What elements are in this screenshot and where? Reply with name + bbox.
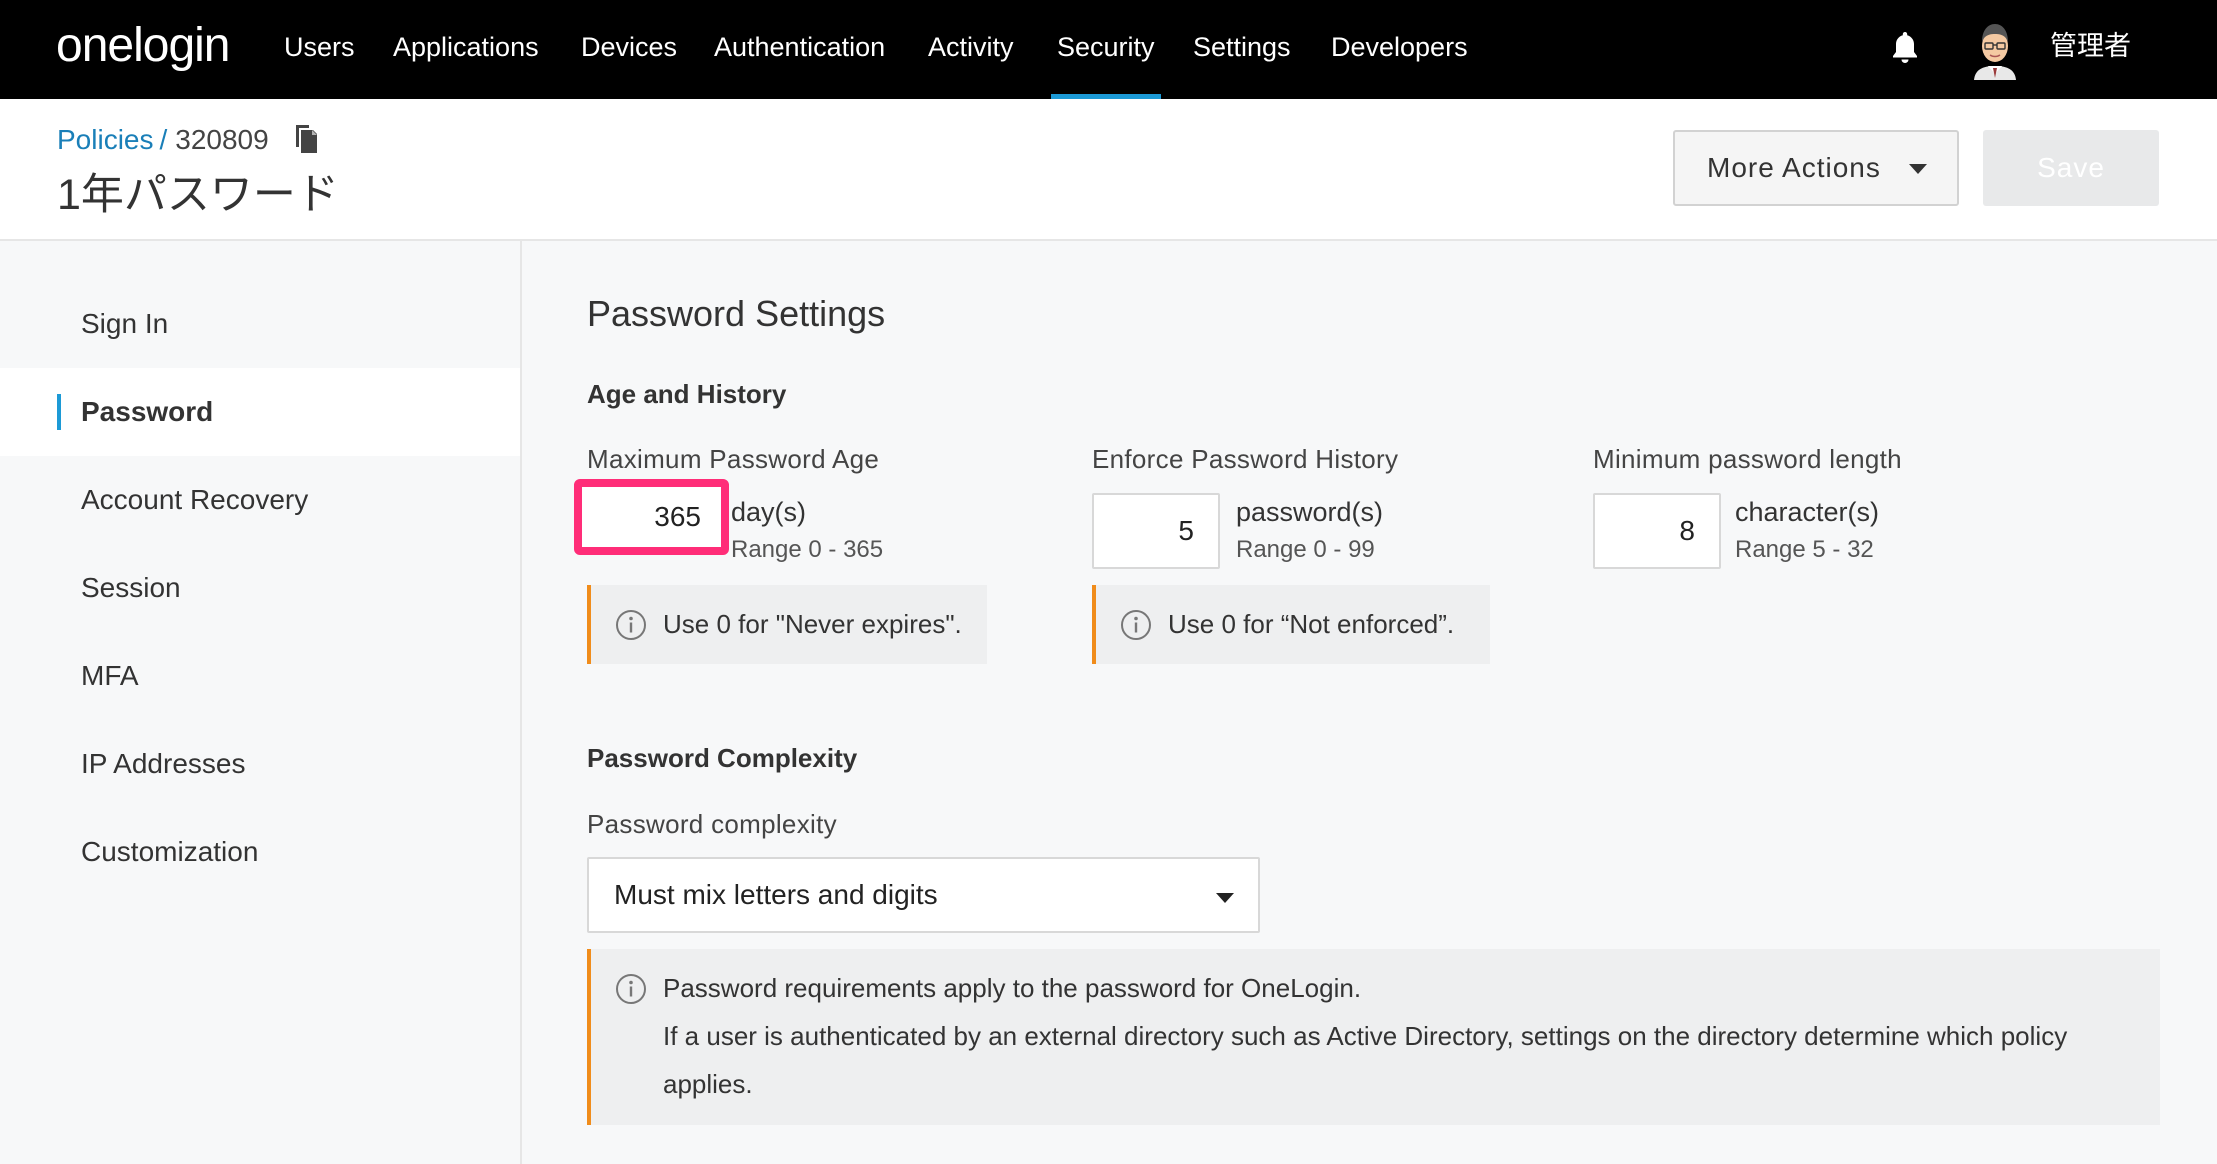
complexity-label: Password complexity	[587, 809, 837, 839]
max-age-range: Range 0 - 365	[731, 536, 884, 563]
page-title: 1年パスワード	[57, 171, 339, 219]
sidebar-item-ip-addresses[interactable]: IP Addresses	[0, 720, 520, 808]
age-history-title: Age and History	[587, 379, 787, 409]
sidebar-item-sign-in[interactable]: Sign In	[0, 280, 520, 368]
min-length-unit: character(s)	[1735, 497, 1880, 527]
onelogin-logo[interactable]: onelogin	[56, 14, 230, 78]
top-nav: onelogin Users Applications Devices Auth…	[0, 0, 2217, 99]
sidebar-item-account-recovery[interactable]: Account Recovery	[0, 456, 520, 544]
sidebar-item-session[interactable]: Session	[0, 544, 520, 632]
history-range: Range 0 - 99	[1236, 536, 1375, 563]
max-age-label: Maximum Password Age	[587, 444, 880, 474]
sidebar-item-customization[interactable]: Customization	[0, 808, 520, 896]
user-name[interactable]: 管理者	[2050, 0, 2131, 92]
nav-applications[interactable]: Applications	[393, 0, 539, 99]
info-icon	[1121, 610, 1151, 640]
max-age-unit: day(s)	[731, 497, 807, 527]
history-note-text: Use 0 for “Not enforced”.	[1168, 609, 1455, 639]
more-actions-button[interactable]: More Actions	[1673, 130, 1959, 206]
info-icon	[616, 974, 646, 1004]
complexity-note-line2: If a user is authenticated by an externa…	[663, 1021, 2068, 1051]
caret-down-icon	[1909, 164, 1927, 174]
min-length-input[interactable]	[1593, 493, 1721, 569]
complexity-note-line1: Password requirements apply to the passw…	[663, 973, 1362, 1003]
history-unit: password(s)	[1236, 497, 1384, 527]
nav-developers[interactable]: Developers	[1331, 0, 1468, 99]
history-note: Use 0 for “Not enforced”.	[1092, 585, 1490, 664]
sidebar: Sign In Password Account Recovery Sessio…	[0, 241, 522, 1164]
breadcrumb-separator: /	[159, 124, 168, 155]
max-age-note: Use 0 for "Never expires".	[587, 585, 987, 664]
sidebar-item-mfa[interactable]: MFA	[0, 632, 520, 720]
more-actions-label: More Actions	[1707, 152, 1881, 183]
breadcrumb: Policies/320809	[57, 121, 318, 159]
avatar[interactable]	[1970, 18, 2020, 80]
nav-activity[interactable]: Activity	[928, 0, 1014, 99]
max-age-note-text: Use 0 for "Never expires".	[663, 609, 962, 639]
nav-security[interactable]: Security	[1051, 0, 1161, 99]
info-icon	[616, 610, 646, 640]
breadcrumb-policies-link[interactable]: Policies	[57, 124, 153, 155]
min-length-range: Range 5 - 32	[1735, 536, 1874, 563]
complexity-select[interactable]: Must mix letters and digits	[587, 857, 1260, 933]
copy-icon[interactable]	[290, 124, 318, 154]
nav-users[interactable]: Users	[284, 0, 355, 99]
max-age-input[interactable]	[574, 479, 729, 555]
section-title: Password Settings	[587, 293, 886, 334]
min-length-label: Minimum password length	[1593, 444, 1902, 474]
nav-settings[interactable]: Settings	[1193, 0, 1291, 99]
history-input[interactable]	[1092, 493, 1220, 569]
complexity-note-line3: applies.	[663, 1069, 753, 1099]
policy-id: 320809	[175, 124, 269, 155]
history-label: Enforce Password History	[1092, 444, 1399, 474]
main-content: Password Settings Age and History Maximu…	[522, 241, 2217, 1164]
complexity-note: Password requirements apply to the passw…	[587, 949, 2160, 1125]
nav-devices[interactable]: Devices	[581, 0, 677, 99]
save-button[interactable]: Save	[1983, 130, 2159, 206]
caret-down-icon	[1216, 893, 1234, 903]
bell-icon[interactable]	[1890, 30, 1920, 64]
sidebar-item-password[interactable]: Password	[0, 368, 520, 456]
complexity-selected-value: Must mix letters and digits	[614, 879, 938, 910]
page-header: Policies/320809 1年パスワード More Actions Sav…	[0, 99, 2217, 241]
nav-authentication[interactable]: Authentication	[714, 0, 885, 99]
complexity-title: Password Complexity	[587, 743, 858, 773]
